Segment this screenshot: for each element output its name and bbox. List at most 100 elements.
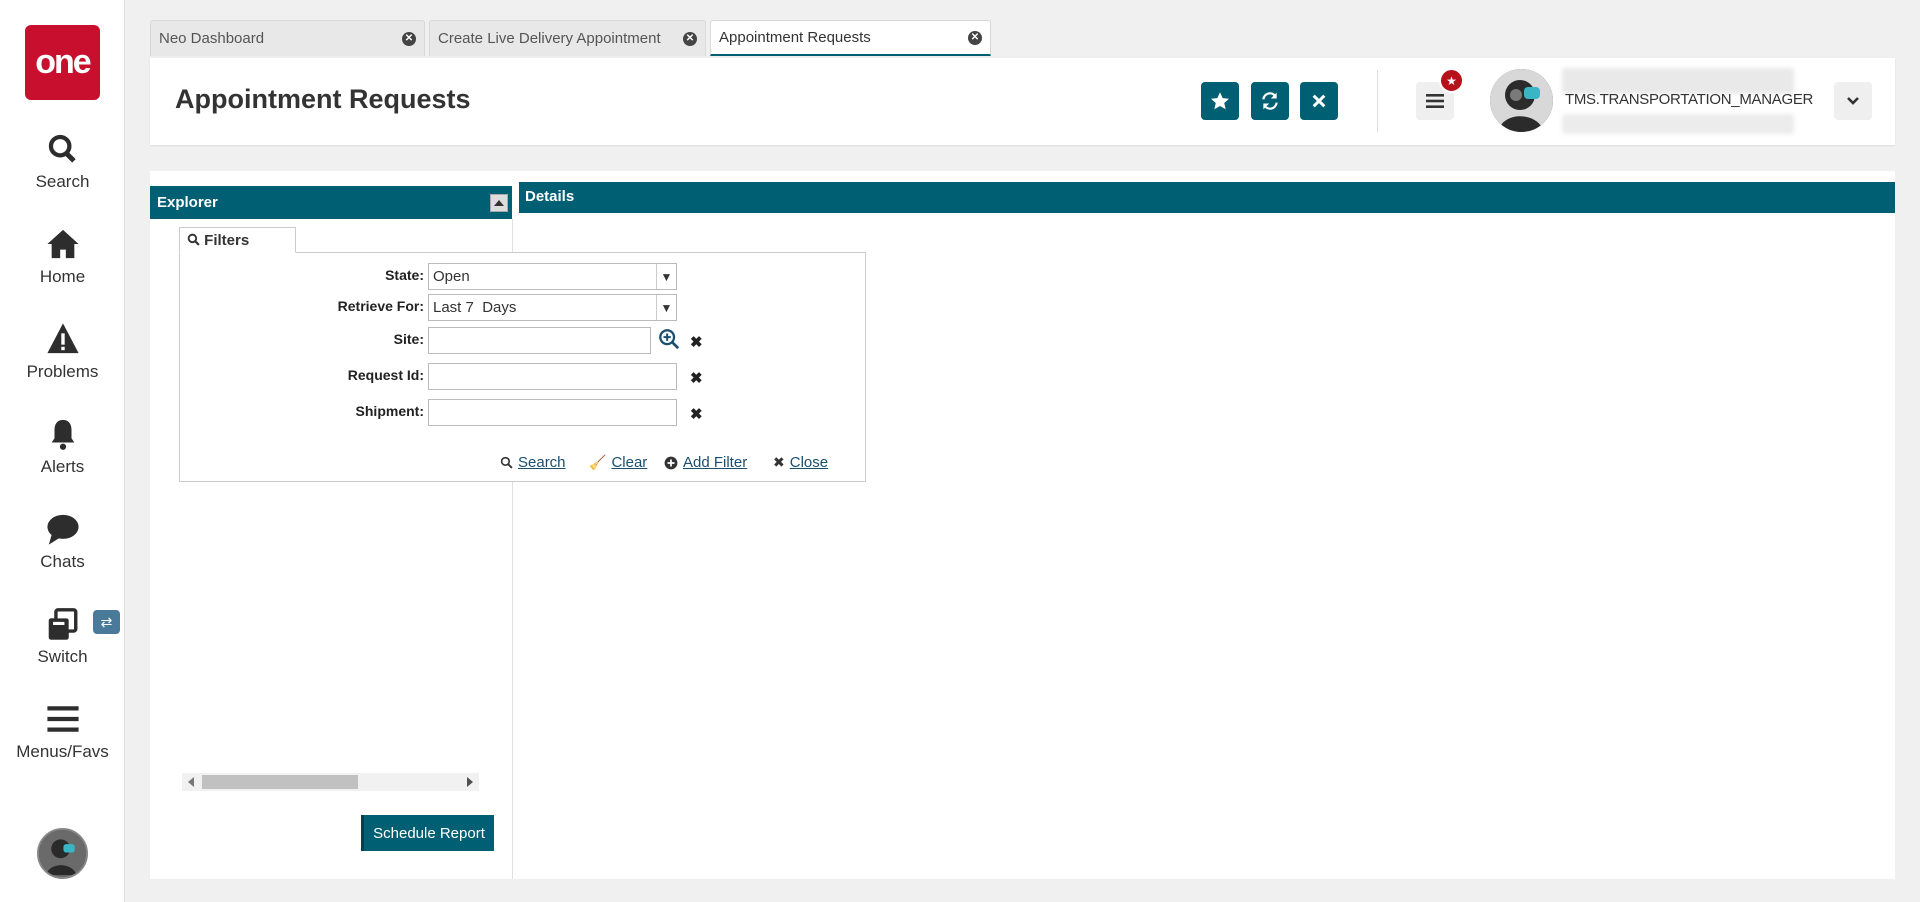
search-link[interactable]: Search — [500, 454, 566, 471]
close-icon: ✖ — [773, 454, 785, 470]
retrieve-for-label: Retrieve For: — [337, 298, 424, 314]
collapse-explorer-button[interactable] — [490, 194, 508, 212]
refresh-icon — [1262, 92, 1278, 110]
close-filter-link[interactable]: ✖ Close — [773, 454, 828, 471]
tab-label: Neo Dashboard — [159, 30, 265, 47]
close-link-label: Close — [789, 454, 829, 471]
add-filter-link[interactable]: Add Filter — [664, 454, 747, 471]
main-panel: Explorer Details Filters State: Open ▼ R… — [150, 171, 1895, 879]
site-label: Site: — [393, 331, 424, 347]
search-link-label: Search — [518, 454, 566, 471]
chat-icon — [0, 512, 125, 548]
details-title: Details — [525, 188, 575, 205]
user-avatar[interactable] — [1490, 69, 1553, 132]
schedule-report-button[interactable]: Schedule Report — [361, 815, 494, 851]
request-id-filter-row: Request Id: ✖ — [180, 361, 867, 390]
retrieve-for-value: Last 7 Days — [433, 299, 517, 316]
hamburger-icon — [0, 702, 125, 738]
filters-tab-label: Filters — [204, 232, 250, 249]
lookup-zoom-icon[interactable] — [658, 328, 680, 350]
add-filter-link-label: Add Filter — [683, 454, 748, 471]
tab-label: Create Live Delivery Appointment — [438, 30, 661, 47]
nav-home-label: Home — [39, 267, 86, 286]
plus-circle-icon — [664, 456, 678, 469]
close-tab-icon[interactable]: ✕ — [968, 30, 982, 45]
bell-icon — [0, 417, 125, 453]
scroll-left-icon[interactable] — [188, 777, 194, 787]
retrieve-for-filter-row: Retrieve For: Last 7 Days ▼ — [180, 292, 867, 321]
page-title: Appointment Requests — [175, 84, 471, 114]
nav-search[interactable]: Search — [0, 132, 125, 192]
shipment-label: Shipment: — [355, 403, 424, 419]
shipment-filter-row: Shipment: ✖ — [180, 397, 867, 426]
search-icon — [0, 132, 125, 168]
clear-link[interactable]: 🧹 Clear — [589, 454, 647, 471]
state-label: State: — [385, 267, 424, 283]
left-navigation: one Search Home Problems Alerts Chats Sw… — [0, 0, 125, 902]
tab-appointment-requests[interactable]: Appointment Requests ✕ — [710, 20, 991, 56]
search-icon — [187, 233, 200, 246]
filters-panel: State: Open ▼ Retrieve For: Last 7 Days … — [179, 252, 866, 482]
nav-alerts[interactable]: Alerts — [0, 417, 125, 477]
nav-user-avatar[interactable] — [37, 828, 88, 879]
nav-chats[interactable]: Chats — [0, 512, 125, 572]
clear-site-icon[interactable]: ✖ — [690, 333, 703, 351]
site-input[interactable] — [428, 327, 651, 354]
nav-problems-label: Problems — [26, 362, 99, 381]
tab-bar: Neo Dashboard ✕ Create Live Delivery App… — [150, 20, 991, 56]
filters-tab[interactable]: Filters — [179, 227, 296, 253]
explorer-title: Explorer — [157, 194, 218, 211]
user-menu-dropdown[interactable] — [1834, 82, 1872, 120]
tab-label: Appointment Requests — [719, 29, 871, 46]
nav-home[interactable]: Home — [0, 227, 125, 287]
shipment-input[interactable] — [428, 399, 677, 426]
filter-actions: Search 🧹 Clear Add Filter ✖ Close — [180, 454, 867, 474]
user-role: TMS.TRANSPORTATION_MANAGER — [1565, 91, 1814, 108]
logo-text: one — [35, 43, 91, 81]
header-divider — [1377, 70, 1378, 132]
eraser-icon: 🧹 — [589, 454, 607, 470]
state-select[interactable]: Open ▼ — [428, 263, 677, 290]
star-icon — [1211, 92, 1229, 110]
clear-link-label: Clear — [611, 454, 648, 471]
close-icon — [1312, 94, 1326, 108]
chevron-down-icon — [1847, 97, 1859, 105]
refresh-button[interactable] — [1251, 82, 1289, 120]
triangle-up-icon — [494, 200, 504, 206]
close-tab-icon[interactable]: ✕ — [683, 31, 697, 46]
close-tab-icon[interactable]: ✕ — [402, 31, 416, 46]
switch-arrows-icon[interactable]: ⇄ — [93, 610, 120, 634]
nav-menus-favs-label: Menus/Favs — [16, 742, 109, 761]
nav-alerts-label: Alerts — [40, 457, 85, 476]
clear-shipment-icon[interactable]: ✖ — [690, 405, 703, 423]
explorer-horizontal-scrollbar[interactable] — [182, 773, 479, 791]
site-filter-row: Site: ✖ — [180, 325, 867, 354]
clear-request-id-icon[interactable]: ✖ — [690, 369, 703, 387]
nav-menus-favs[interactable]: Menus/Favs — [0, 702, 125, 762]
hamburger-icon — [1426, 94, 1444, 108]
nav-chats-label: Chats — [40, 552, 85, 571]
request-id-input[interactable] — [428, 363, 677, 390]
close-page-button[interactable] — [1300, 82, 1338, 120]
search-icon — [500, 456, 513, 469]
favorites-star-badge-icon[interactable]: ★ — [1439, 68, 1464, 93]
tab-create-live-delivery-appointment[interactable]: Create Live Delivery Appointment ✕ — [429, 20, 706, 56]
tab-neo-dashboard[interactable]: Neo Dashboard ✕ — [150, 20, 425, 56]
favorite-button[interactable] — [1201, 82, 1239, 120]
nav-switch-label: Switch — [37, 647, 88, 666]
user-info-redacted — [1562, 114, 1794, 134]
nav-problems[interactable]: Problems — [0, 322, 125, 382]
nav-search-label: Search — [35, 172, 90, 191]
request-id-label: Request Id: — [347, 367, 424, 383]
state-filter-row: State: Open ▼ — [180, 261, 867, 290]
explorer-header: Explorer — [150, 186, 512, 219]
details-header: Details — [519, 182, 1895, 213]
warning-icon — [0, 322, 125, 358]
scroll-right-icon[interactable] — [467, 777, 473, 787]
home-icon — [0, 227, 125, 263]
page-header: Appointment Requests ★ TMS.TRANSPORTATIO… — [150, 58, 1895, 145]
one-logo[interactable]: one — [25, 25, 100, 100]
retrieve-for-select[interactable]: Last 7 Days ▼ — [428, 294, 677, 321]
chevron-down-icon: ▼ — [656, 295, 676, 320]
scrollbar-thumb[interactable] — [202, 775, 358, 789]
